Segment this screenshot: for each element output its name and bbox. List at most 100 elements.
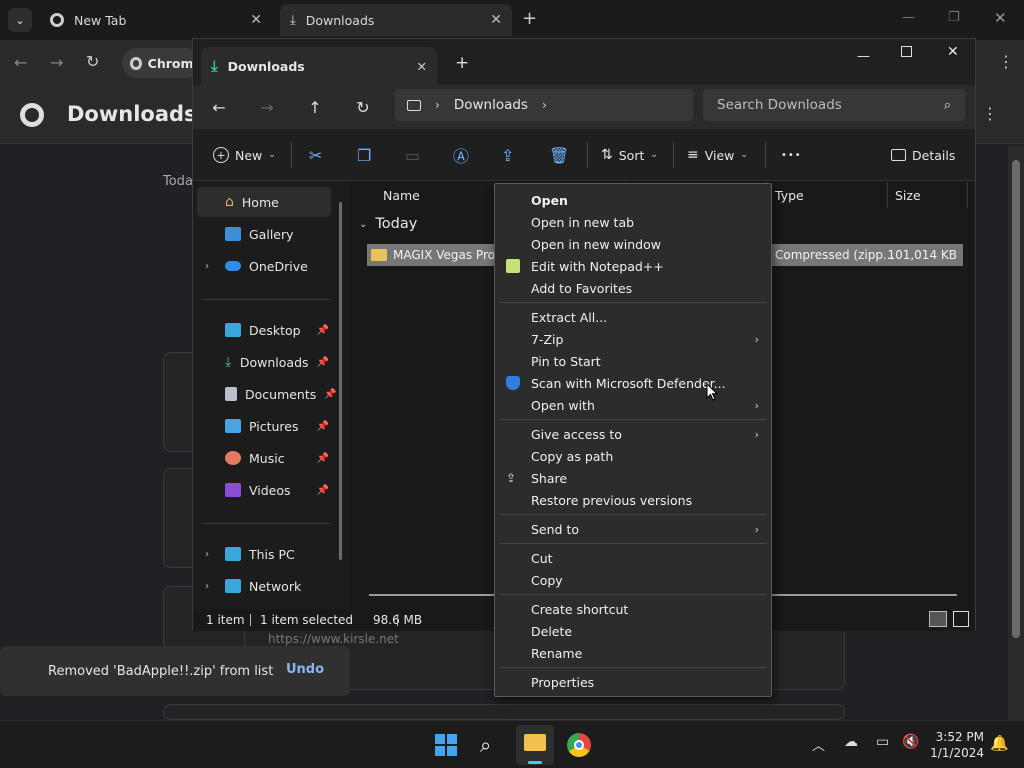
menu-item-give-access[interactable]: Give access to ›: [495, 423, 771, 445]
sidebar-item-onedrive[interactable]: › OneDrive: [197, 251, 331, 281]
delete-button[interactable]: 🗑: [549, 129, 569, 181]
windows-start-icon[interactable]: [435, 734, 457, 756]
menu-item-open-with[interactable]: Open with ›: [495, 394, 771, 416]
sidebar-item-pictures[interactable]: Pictures 📌: [197, 411, 331, 441]
menu-item-copy-path[interactable]: Copy as path: [495, 445, 771, 467]
sidebar-scrollbar[interactable]: [339, 202, 342, 560]
sidebar-item-home[interactable]: ⌂ Home: [197, 187, 331, 217]
new-tab-button[interactable]: +: [455, 53, 469, 73]
refresh-icon[interactable]: ↻: [349, 93, 377, 121]
pin-icon[interactable]: 📌: [317, 485, 329, 496]
details-view-icon[interactable]: [929, 611, 947, 627]
chevron-right-icon[interactable]: ›: [205, 261, 209, 272]
reload-icon[interactable]: ↻: [86, 52, 99, 71]
close-icon[interactable]: ✕: [250, 12, 262, 28]
chevron-right-icon[interactable]: ›: [542, 98, 547, 112]
pin-icon[interactable]: 📌: [317, 325, 329, 336]
menu-item-add-favorites[interactable]: Add to Favorites: [495, 277, 771, 299]
volume-muted-icon[interactable]: 🔇: [902, 734, 919, 750]
menu-item-copy[interactable]: Copy: [495, 569, 771, 591]
sort-button[interactable]: ⇅ Sort ⌄: [601, 129, 658, 181]
sidebar-item-music[interactable]: Music 📌: [197, 443, 331, 473]
view-button[interactable]: ≡ View ⌄: [687, 129, 748, 181]
sidebar-item-desktop[interactable]: Desktop 📌: [197, 315, 331, 345]
chevron-right-icon[interactable]: ›: [205, 549, 209, 560]
back-icon[interactable]: ←: [14, 53, 27, 72]
breadcrumb[interactable]: Downloads: [454, 97, 528, 113]
menu-item-open-new-tab[interactable]: Open in new tab: [495, 211, 771, 233]
search-icon[interactable]: ⌕: [480, 733, 491, 757]
paste-button[interactable]: ▭: [405, 129, 420, 181]
page-menu-icon[interactable]: ⋮: [982, 104, 998, 123]
menu-item-pin-start[interactable]: Pin to Start: [495, 350, 771, 372]
chrome-taskbar-icon[interactable]: [567, 733, 591, 757]
menu-item-rename[interactable]: Rename: [495, 642, 771, 664]
rename-button[interactable]: Ⓐ: [453, 129, 469, 181]
menu-item-share[interactable]: ⇪ Share: [495, 467, 771, 489]
menu-item-send-to[interactable]: Send to ›: [495, 518, 771, 540]
more-options-button[interactable]: •••: [781, 129, 802, 181]
sidebar-item-network[interactable]: › Network: [197, 571, 331, 601]
network-icon[interactable]: ▭: [876, 734, 889, 750]
close-icon[interactable]: ✕: [417, 59, 427, 74]
menu-item-open[interactable]: Open: [495, 189, 771, 211]
address-bar[interactable]: › Downloads ›: [395, 89, 693, 121]
column-header-size[interactable]: Size: [895, 188, 921, 203]
sidebar-item-downloads[interactable]: ⤓ Downloads 📌: [197, 347, 331, 377]
menu-item-cut[interactable]: Cut: [495, 547, 771, 569]
tab-search-button[interactable]: ⌄: [8, 8, 32, 32]
cloud-offline-icon[interactable]: ☁: [844, 734, 858, 750]
menu-item-delete[interactable]: Delete: [495, 620, 771, 642]
download-url[interactable]: https://www.kirsle.net: [268, 632, 399, 646]
restore-icon[interactable]: ❐: [948, 10, 960, 25]
forward-icon[interactable]: →: [253, 93, 281, 121]
close-icon[interactable]: ✕: [490, 12, 502, 28]
back-icon[interactable]: ←: [205, 93, 233, 121]
menu-item-restore-versions[interactable]: Restore previous versions: [495, 489, 771, 511]
notification-bell-icon[interactable]: 🔔: [990, 734, 1009, 752]
up-icon[interactable]: ↑: [301, 93, 329, 121]
file-explorer-taskbar-button[interactable]: [516, 725, 554, 765]
pin-icon[interactable]: 📌: [317, 357, 329, 368]
menu-item-open-new-window[interactable]: Open in new window: [495, 233, 771, 255]
chrome-menu-icon[interactable]: ⋮: [998, 52, 1014, 71]
undo-button[interactable]: Undo: [286, 662, 324, 677]
chrome-tab-downloads[interactable]: ⤓ Downloads ✕: [280, 4, 512, 36]
page-scrollbar[interactable]: [1008, 146, 1024, 720]
pin-icon[interactable]: 📌: [324, 389, 336, 400]
menu-item-properties[interactable]: Properties: [495, 671, 771, 693]
tiles-view-icon[interactable]: [953, 611, 969, 627]
close-window-icon[interactable]: ✕: [947, 44, 959, 60]
column-header-name[interactable]: Name: [383, 188, 420, 203]
chrome-tab-new-tab[interactable]: New Tab ✕: [40, 4, 272, 36]
close-window-icon[interactable]: ✕: [994, 9, 1007, 27]
search-input[interactable]: Search Downloads ⌕: [703, 89, 965, 121]
sidebar-item-documents[interactable]: Documents 📌: [197, 379, 337, 409]
explorer-tab-downloads[interactable]: ⤓ Downloads ✕: [201, 47, 437, 85]
menu-item-scan-defender[interactable]: Scan with Microsoft Defender...: [495, 372, 771, 394]
menu-item-create-shortcut[interactable]: Create shortcut: [495, 598, 771, 620]
pin-icon[interactable]: 📌: [317, 453, 329, 464]
column-header-type[interactable]: Type: [775, 188, 804, 203]
forward-icon[interactable]: →: [50, 53, 63, 72]
clock[interactable]: 3:52 PM 1/1/2024: [924, 729, 984, 761]
details-pane-button[interactable]: Details: [891, 129, 955, 181]
menu-item-edit-notepadpp[interactable]: Edit with Notepad++: [495, 255, 771, 277]
chevron-right-icon[interactable]: ›: [205, 581, 209, 592]
new-button[interactable]: + New ⌄: [213, 129, 276, 181]
sidebar-item-gallery[interactable]: Gallery: [197, 219, 331, 249]
profile-chip[interactable]: Chrome: [122, 48, 202, 78]
minimize-icon[interactable]: —: [902, 10, 915, 25]
share-button[interactable]: ⇪: [501, 129, 514, 181]
copy-button[interactable]: ❐: [357, 129, 371, 181]
group-header-today[interactable]: ⌄ Today: [359, 216, 417, 232]
maximize-icon[interactable]: [901, 46, 912, 57]
menu-item-extract-all[interactable]: Extract All...: [495, 306, 771, 328]
menu-item-7zip[interactable]: 7-Zip ›: [495, 328, 771, 350]
sidebar-item-videos[interactable]: Videos 📌: [197, 475, 331, 505]
minimize-icon[interactable]: —: [857, 49, 870, 64]
sidebar-item-this-pc[interactable]: › This PC: [197, 539, 331, 569]
chevron-up-icon[interactable]: ︿: [812, 735, 825, 754]
cut-button[interactable]: ✂: [309, 129, 322, 181]
pin-icon[interactable]: 📌: [317, 421, 329, 432]
